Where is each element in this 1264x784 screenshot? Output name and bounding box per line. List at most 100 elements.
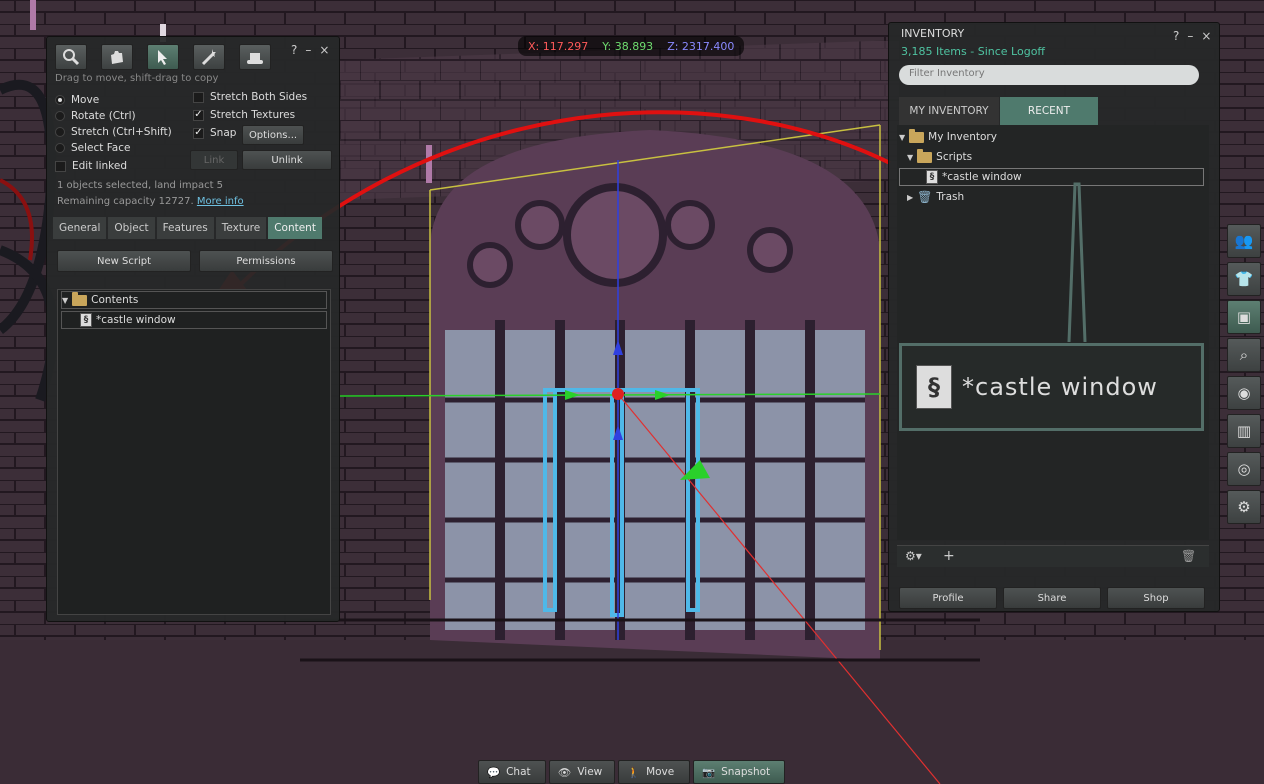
folder-label: Contents — [91, 294, 139, 306]
radar-button[interactable]: ◎ — [1227, 452, 1261, 486]
mode-stretch[interactable]: Stretch (Ctrl+Shift) — [55, 126, 172, 138]
mode-label: Stretch (Ctrl+Shift) — [71, 126, 172, 138]
count-text: 3,185 Items — [901, 45, 967, 58]
folder-label: My Inventory — [928, 131, 997, 143]
mode-move[interactable]: Move — [55, 94, 99, 106]
move-button[interactable]: 🚶 Move — [618, 760, 690, 784]
share-button[interactable]: Share — [1003, 587, 1101, 609]
collapse-arrow-icon[interactable]: ▶ — [907, 193, 913, 202]
stretch-both-checkbox[interactable]: Stretch Both Sides — [193, 91, 307, 103]
edit-tool-button[interactable] — [147, 44, 179, 70]
shop-button[interactable]: Shop — [1107, 587, 1205, 609]
snapshot-label: Snapshot — [721, 766, 771, 778]
add-icon[interactable]: + — [943, 548, 955, 564]
map-icon: ▥ — [1236, 422, 1252, 440]
contents-folder-row[interactable]: ▼ Contents — [61, 291, 327, 309]
folder-open-icon — [917, 148, 933, 163]
minimize-icon[interactable]: – — [1187, 29, 1193, 43]
radio-off[interactable] — [55, 143, 65, 153]
land-tool-button[interactable] — [239, 44, 271, 70]
radio-off[interactable] — [55, 111, 65, 121]
stretch-textures-checkbox[interactable]: ✓ Stretch Textures — [193, 109, 295, 121]
focus-tool-button[interactable] — [55, 44, 87, 70]
checkbox-label: Edit linked — [72, 160, 127, 172]
inventory-button[interactable]: ▣ — [1227, 300, 1261, 334]
search-button[interactable]: ⌕ — [1227, 338, 1261, 372]
scripts-folder-row[interactable]: ▼ Scripts — [907, 148, 972, 166]
zoom-callout-pointer — [1067, 182, 1087, 343]
profile-button[interactable]: Profile — [899, 587, 997, 609]
tab-content[interactable]: Content — [268, 217, 322, 239]
gear-menu-icon[interactable]: ⚙▾ — [905, 549, 922, 563]
position-readout: X: 117.297 Y: 38.893 Z: 2317.400 — [518, 36, 745, 56]
tab-object[interactable]: Object — [108, 217, 155, 239]
permissions-button[interactable]: Permissions — [199, 250, 333, 272]
people-icon: 👥 — [1234, 232, 1254, 250]
mode-select-face[interactable]: Select Face — [55, 142, 130, 154]
checkmark-icon[interactable]: ✓ — [193, 127, 204, 139]
settings-button[interactable]: ⚙ — [1227, 490, 1261, 524]
checkbox-off[interactable] — [193, 91, 204, 103]
script-item-row[interactable]: § *castle window — [899, 168, 1204, 186]
zoom-label: *castle window — [962, 373, 1158, 401]
more-info-link[interactable]: More info — [197, 196, 244, 207]
new-script-button[interactable]: New Script — [57, 250, 191, 272]
tab-texture[interactable]: Texture — [215, 217, 267, 239]
appearance-shirt-icon: 👕 — [1234, 270, 1254, 288]
create-wand-icon — [201, 49, 216, 66]
contents-tree: ▼ Contents § *castle window — [57, 289, 331, 615]
link-button[interactable]: Link — [190, 150, 238, 170]
move-label: Move — [646, 766, 675, 778]
tab-general[interactable]: General — [53, 217, 107, 239]
minimize-icon[interactable]: – — [305, 43, 311, 57]
inventory-tree: ▼ My Inventory ▼ Scripts § *castle windo… — [897, 125, 1209, 540]
view-button[interactable]: 👁 View — [549, 760, 615, 784]
snap-checkbox[interactable]: ✓ Snap — [193, 127, 236, 139]
inventory-header-controls: ? – × — [1165, 29, 1211, 43]
map-button[interactable]: ▥ — [1227, 414, 1261, 448]
trash-folder-row[interactable]: ▶ 🗑 Trash — [907, 188, 964, 206]
checkmark-icon[interactable]: ✓ — [193, 109, 204, 121]
trash-icon[interactable]: 🗑 — [1181, 549, 1196, 563]
mode-rotate[interactable]: Rotate (Ctrl) — [55, 110, 136, 122]
script-icon: § — [926, 170, 938, 184]
help-icon[interactable]: ? — [291, 43, 297, 57]
tab-recent[interactable]: RECENT — [1000, 97, 1098, 125]
people-button[interactable]: 👥 — [1227, 224, 1261, 258]
radio-off[interactable] — [55, 127, 65, 137]
walk-icon: 🚶 — [627, 766, 641, 779]
appearance-button[interactable]: 👕 — [1227, 262, 1261, 296]
expand-arrow-icon[interactable]: ▼ — [62, 296, 68, 305]
view-label: View — [577, 766, 603, 778]
tab-my-inventory[interactable]: MY INVENTORY — [899, 97, 999, 125]
eye-icon: 👁 — [558, 766, 572, 779]
expand-arrow-icon[interactable]: ▼ — [899, 133, 905, 142]
tab-features[interactable]: Features — [156, 217, 214, 239]
checkbox-label: Stretch Both Sides — [210, 91, 308, 103]
snap-options-button[interactable]: Options... — [242, 125, 304, 145]
unlink-button[interactable]: Unlink — [242, 150, 332, 170]
camera-icon: 📷 — [702, 766, 716, 779]
expand-arrow-icon[interactable]: ▼ — [907, 153, 913, 162]
snapshot-button[interactable]: 📷 Snapshot — [693, 760, 785, 784]
folder-open-icon — [909, 128, 925, 143]
inventory-title: INVENTORY — [901, 27, 965, 40]
inventory-panel: INVENTORY ? – × 3,185 Items - Since Logoff… — [888, 22, 1220, 612]
close-icon[interactable]: × — [319, 43, 329, 57]
mode-label: Rotate (Ctrl) — [71, 110, 136, 122]
checkbox-off[interactable] — [55, 160, 66, 172]
close-icon[interactable]: × — [1201, 29, 1211, 43]
root-folder-row[interactable]: ▼ My Inventory — [899, 128, 997, 146]
edit-linked-checkbox[interactable]: Edit linked — [55, 160, 127, 172]
radio-on[interactable] — [55, 95, 65, 105]
contents-item-row[interactable]: § *castle window — [61, 311, 327, 329]
filter-inventory-input[interactable]: Filter Inventory — [899, 65, 1199, 85]
create-tool-button[interactable] — [193, 44, 225, 70]
build-header-controls: ? – × — [283, 43, 329, 57]
places-button[interactable]: ◉ — [1227, 376, 1261, 410]
grab-tool-button[interactable] — [101, 44, 133, 70]
help-icon[interactable]: ? — [1173, 29, 1179, 43]
radar-icon: ◎ — [1237, 460, 1251, 478]
chat-button[interactable]: 💬 Chat — [478, 760, 546, 784]
checkbox-label: Stretch Textures — [210, 109, 296, 121]
